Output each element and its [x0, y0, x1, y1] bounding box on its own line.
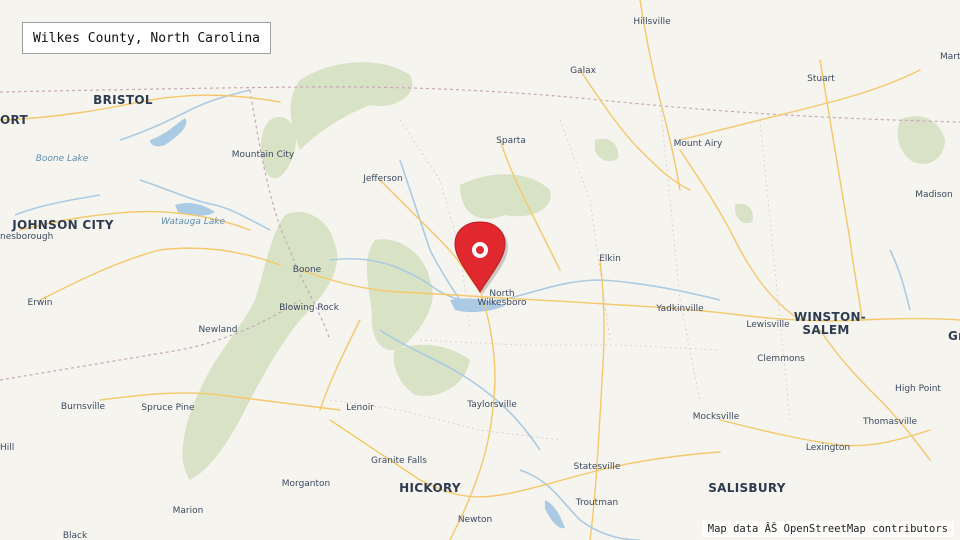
place-label: Sparta	[496, 136, 526, 146]
place-label: Galax	[570, 66, 597, 76]
place-label: Troutman	[575, 498, 618, 508]
map-title: Wilkes County, North Carolina	[22, 22, 271, 54]
map-canvas[interactable]: BRISTOL JOHNSON CITY HICKORY WINSTON- SA…	[0, 0, 960, 540]
place-label: SALISBURY	[708, 481, 786, 495]
place-label: nesborough	[0, 232, 53, 242]
place-label: Jefferson	[362, 174, 403, 184]
place-label: High Point	[895, 384, 941, 394]
place-label: Mountain City	[232, 150, 295, 160]
place-label: Gr	[948, 329, 960, 343]
place-label: ORT	[0, 113, 29, 127]
place-label: Mount Airy	[674, 139, 723, 149]
place-label: Mart	[940, 52, 960, 62]
marker-label: Wilkesboro	[477, 298, 527, 308]
place-label: Yadkinville	[655, 304, 704, 314]
place-label: Hill	[0, 443, 14, 453]
water-label: Boone Lake	[36, 154, 89, 164]
place-label: JOHNSON CITY	[11, 218, 114, 232]
place-label: Black	[63, 531, 88, 540]
place-label: BRISTOL	[93, 93, 153, 107]
place-label: Lenoir	[346, 403, 374, 413]
place-label: Lewisville	[746, 320, 790, 330]
place-label: Lexington	[806, 443, 850, 453]
map-attribution[interactable]: Map data ÂŠ OpenStreetMap contributors	[701, 521, 954, 537]
place-label: WINSTON-	[794, 310, 866, 324]
place-label: Mocksville	[693, 412, 740, 422]
place-label: Madison	[915, 190, 952, 200]
place-label: Morganton	[282, 479, 331, 489]
place-label: Stuart	[807, 74, 835, 84]
place-label: Burnsville	[61, 402, 106, 412]
forest-area	[460, 174, 551, 219]
place-label: Newland	[198, 325, 237, 335]
place-label: Newton	[458, 515, 492, 525]
place-label: Blowing Rock	[279, 303, 340, 313]
place-label: Marion	[173, 506, 204, 516]
map-pin-dot	[476, 246, 484, 254]
place-label: Thomasville	[862, 417, 918, 427]
place-label: Boone	[293, 265, 322, 275]
place-label: SALEM	[802, 323, 849, 337]
place-label: Statesville	[574, 462, 621, 472]
place-label: Taylorsville	[466, 400, 517, 410]
place-label: Granite Falls	[371, 456, 427, 466]
place-label: Elkin	[599, 254, 621, 264]
water-label: Watauga Lake	[161, 217, 226, 227]
place-label: Spruce Pine	[141, 403, 195, 413]
place-label: Erwin	[28, 298, 53, 308]
place-label: Clemmons	[757, 354, 805, 364]
place-label: HICKORY	[399, 481, 461, 495]
place-label: Hillsville	[633, 17, 671, 27]
